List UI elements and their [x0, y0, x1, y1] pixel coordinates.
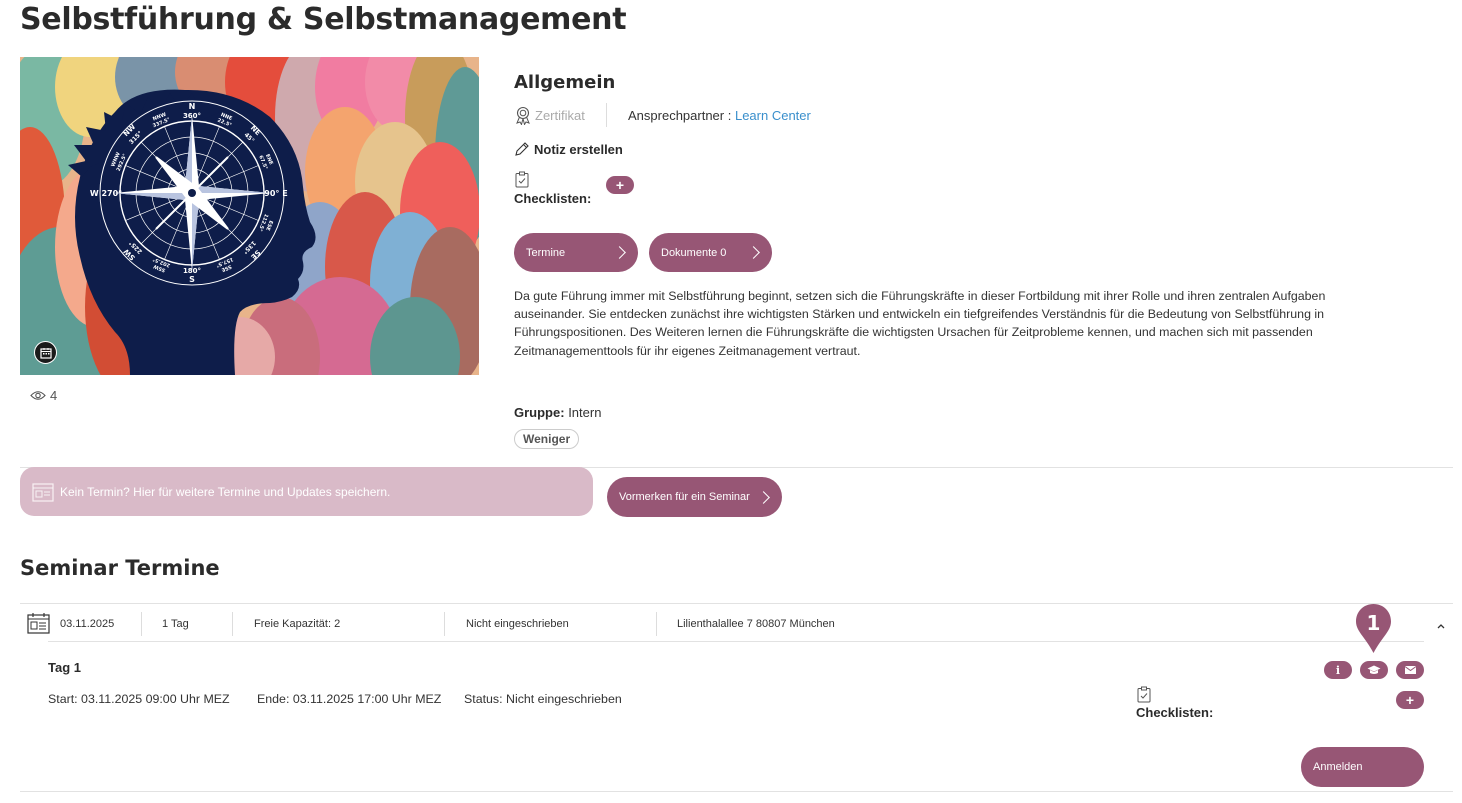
chevron-right-icon — [757, 490, 770, 504]
envelope-icon — [1404, 666, 1416, 674]
create-note-label: Notiz erstellen — [534, 141, 623, 157]
vormerken-banner: Kein Termin? Hier für weitere Termine un… — [20, 467, 593, 516]
termine-label: Termine — [526, 246, 566, 259]
divider — [20, 603, 1453, 604]
calendar-badge-icon — [34, 341, 57, 364]
gruppe-label: Gruppe: — [514, 405, 565, 420]
view-count-value: 4 — [50, 388, 58, 403]
zertifikat-label: Zertifikat — [535, 108, 585, 123]
chevron-right-icon — [613, 246, 626, 259]
vormerken-button-label: Vormerken für ein Seminar — [619, 491, 750, 503]
termin-location: Lilienthalallee 7 80807 München — [677, 618, 835, 630]
clipboard-icon — [515, 171, 529, 193]
day-status: Status: Nicht eingeschrieben — [464, 692, 622, 706]
calendar-icon — [32, 482, 54, 502]
certificate-icon — [516, 106, 530, 125]
compass-360: 360° — [183, 112, 201, 120]
create-note-button[interactable]: Notiz erstellen — [514, 141, 623, 157]
day-start: Start: 03.11.2025 09:00 Uhr MEZ — [48, 692, 230, 706]
register-label: Anmelden — [1313, 761, 1363, 773]
eye-icon — [30, 391, 46, 400]
termine-button[interactable]: Termine — [514, 233, 638, 272]
vormerken-banner-text: Kein Termin? Hier für weitere Termine un… — [60, 484, 391, 499]
compass-s: S — [189, 275, 195, 284]
checklisten-label: Checklisten: — [514, 191, 592, 206]
termin-capacity: Freie Kapazität: 2 — [254, 618, 341, 630]
zertifikat: Zertifikat — [514, 106, 585, 125]
gruppe: Gruppe: Intern — [514, 405, 601, 420]
dokumente-button[interactable]: Dokumente 0 — [649, 233, 772, 272]
day-end: Ende: 03.11.2025 17:00 Uhr MEZ — [257, 692, 442, 706]
vormerken-button[interactable]: Vormerken für ein Seminar — [607, 477, 782, 517]
divider — [48, 641, 1424, 642]
pencil-icon — [515, 142, 529, 156]
info-icon: i — [1335, 663, 1341, 677]
gruppe-value: Intern — [568, 405, 602, 420]
termin-duration: 1 Tag — [162, 618, 189, 630]
day-title: Tag 1 — [48, 660, 81, 675]
dokumente-label: Dokumente 0 — [661, 246, 727, 259]
ansprechpartner: Ansprechpartner : Learn Center — [628, 108, 811, 123]
divider — [656, 612, 657, 636]
course-description: Da gute Führung immer mit Selbstführung … — [514, 289, 1326, 358]
learn-center-link[interactable]: Learn Center — [735, 108, 811, 123]
ansprechpartner-label: Ansprechpartner : — [628, 108, 732, 123]
compass-n: N — [189, 102, 196, 111]
termin-status: Nicht eingeschrieben — [466, 618, 569, 630]
calendar-icon — [27, 612, 50, 639]
chevron-up-icon[interactable] — [1436, 618, 1446, 629]
divider — [444, 612, 445, 636]
marker-number: 1 — [1367, 611, 1381, 635]
show-less-button[interactable]: Weniger — [514, 429, 580, 449]
divider — [606, 103, 607, 127]
course-button[interactable] — [1360, 661, 1388, 679]
info-button[interactable]: i — [1324, 661, 1352, 679]
termin-date: 03.11.2025 — [60, 618, 115, 630]
marker-badge: 1 — [1355, 603, 1392, 654]
day-checklisten-label: Checklisten: — [1136, 705, 1214, 720]
divider — [20, 791, 1453, 792]
compass-180: 180° — [183, 267, 201, 275]
compass-e: 90° E — [264, 189, 287, 198]
divider — [141, 612, 142, 636]
graduation-cap-icon — [1367, 665, 1381, 674]
section-heading-allgemein: Allgemein — [514, 72, 616, 93]
course-image: N 360° 90° E W 270° 180° S NW 315° NE 45… — [20, 57, 479, 375]
compass-w: W 270° — [90, 189, 122, 198]
email-button[interactable] — [1396, 661, 1424, 679]
view-count: 4 — [30, 388, 57, 403]
page-title: Selbstführung & Selbstmanagement — [20, 2, 627, 37]
chevron-right-icon — [747, 246, 760, 259]
register-button[interactable]: Anmelden — [1301, 747, 1424, 787]
divider — [232, 612, 233, 636]
add-checklist-button[interactable]: + — [606, 176, 634, 194]
day-add-checklist-button[interactable]: + — [1396, 691, 1424, 709]
seminar-termine-heading: Seminar Termine — [20, 556, 220, 580]
